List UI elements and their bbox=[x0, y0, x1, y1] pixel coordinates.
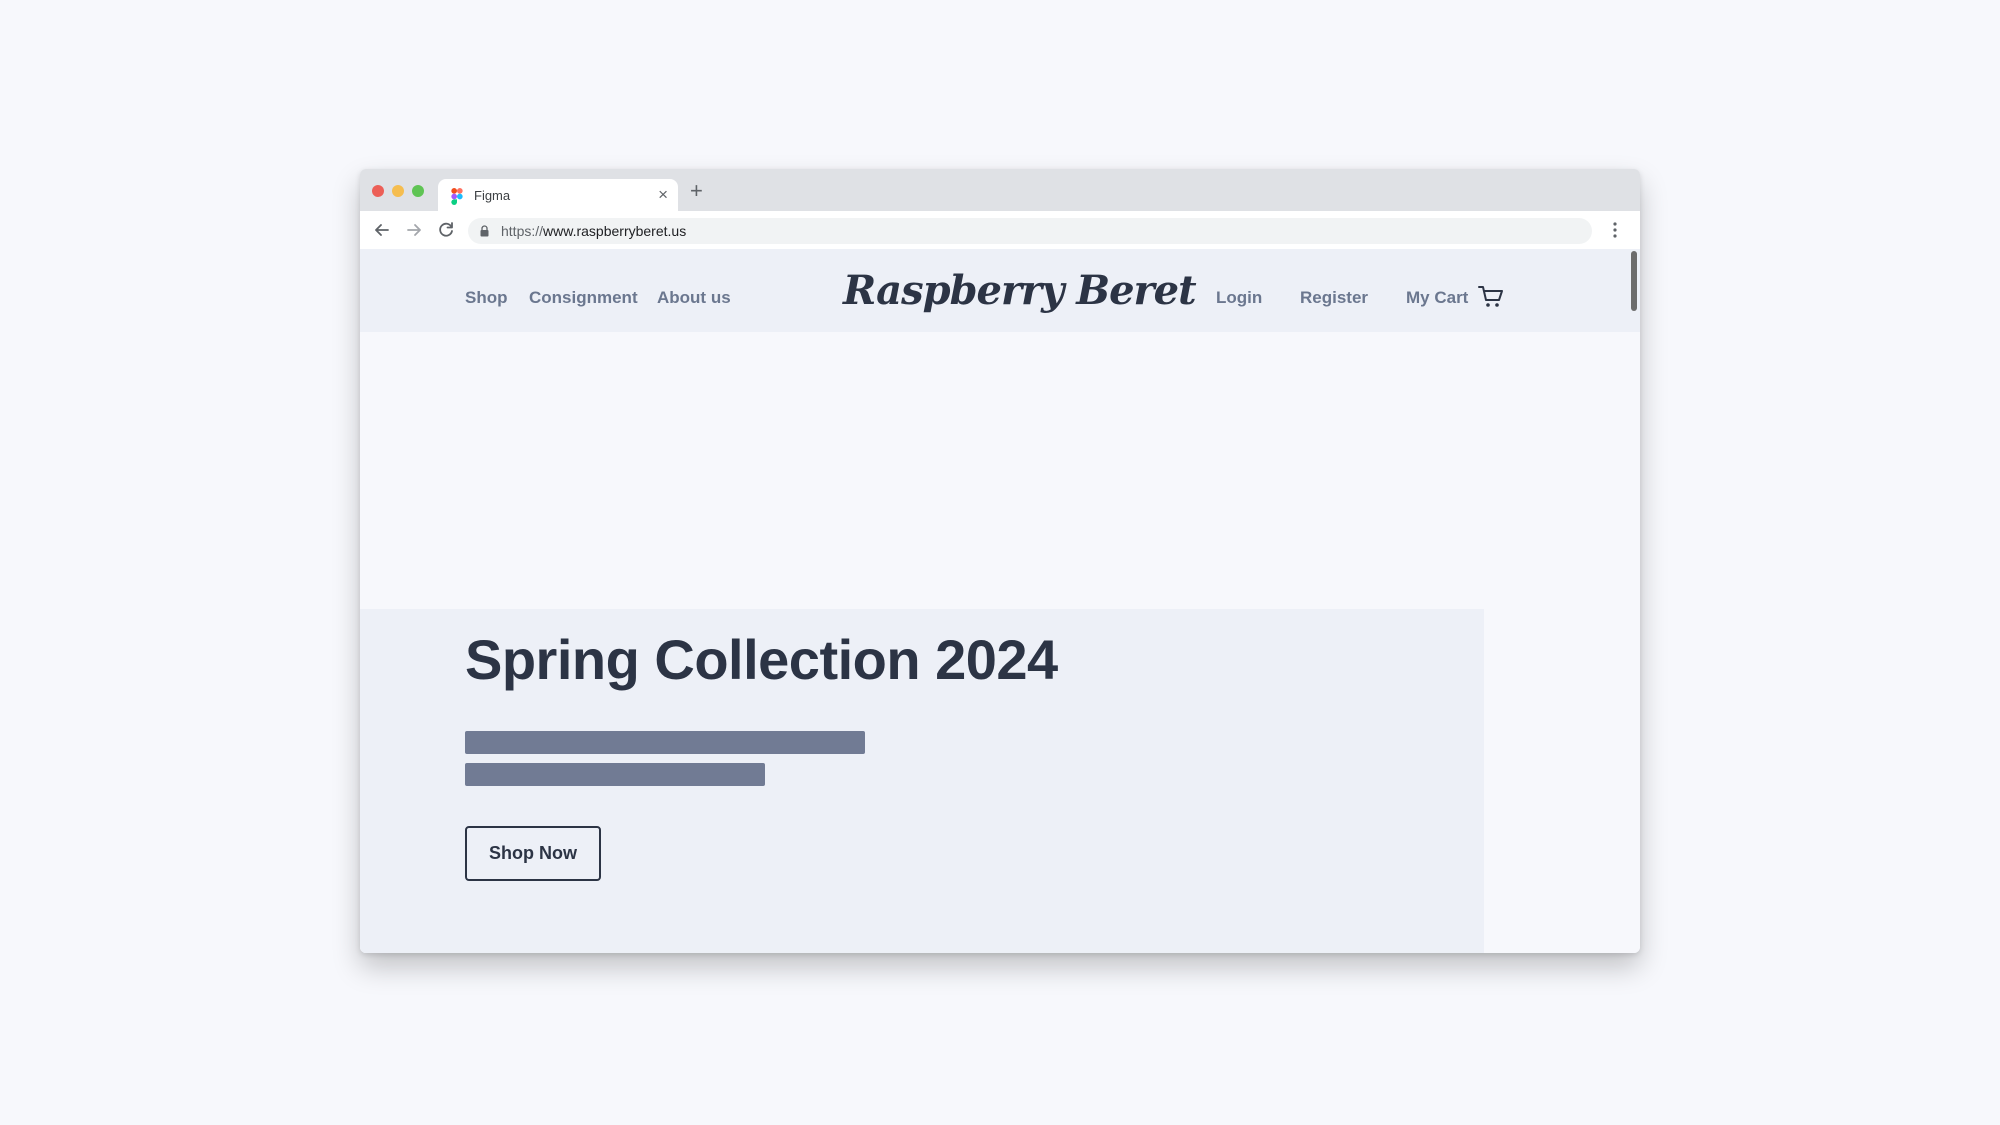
page-viewport: Shop Consignment About us Raspberry Bere… bbox=[360, 249, 1640, 953]
nav-my-cart[interactable]: My Cart bbox=[1406, 288, 1468, 308]
shopping-cart-icon[interactable] bbox=[1478, 285, 1504, 309]
shop-now-button[interactable]: Shop Now bbox=[465, 826, 601, 881]
close-window-button[interactable] bbox=[372, 185, 384, 197]
maximize-window-button[interactable] bbox=[412, 185, 424, 197]
url-text: https://www.raspberryberet.us bbox=[501, 223, 686, 239]
hero-description-placeholder bbox=[465, 763, 765, 786]
hero-title: Spring Collection 2024 bbox=[465, 628, 1058, 691]
nav-about-us[interactable]: About us bbox=[657, 288, 731, 308]
hero-section: Spring Collection 2024 Shop Now bbox=[360, 609, 1484, 953]
nav-login[interactable]: Login bbox=[1216, 288, 1262, 308]
figma-logo-icon bbox=[451, 188, 463, 205]
lock-icon bbox=[480, 225, 489, 237]
browser-toolbar: https://www.raspberryberet.us bbox=[360, 211, 1640, 250]
minimize-window-button[interactable] bbox=[392, 185, 404, 197]
hero-description-placeholder bbox=[465, 731, 865, 754]
url-scheme: https:// bbox=[501, 223, 544, 239]
new-tab-button[interactable]: + bbox=[690, 179, 703, 203]
back-arrow-icon[interactable] bbox=[371, 219, 393, 241]
site-header: Shop Consignment About us Raspberry Bere… bbox=[360, 249, 1640, 332]
nav-register[interactable]: Register bbox=[1300, 288, 1368, 308]
tab-title: Figma bbox=[474, 188, 511, 203]
browser-tab[interactable]: Figma × bbox=[438, 179, 678, 211]
address-bar[interactable]: https://www.raspberryberet.us bbox=[468, 218, 1592, 244]
page-scrollbar[interactable] bbox=[1631, 251, 1637, 311]
kebab-menu-icon[interactable] bbox=[1612, 220, 1618, 240]
tab-strip: Figma × + bbox=[360, 169, 1640, 211]
nav-consignment[interactable]: Consignment bbox=[529, 288, 638, 308]
reload-icon[interactable] bbox=[435, 219, 457, 241]
site-logo[interactable]: Raspberry Beret bbox=[843, 267, 1197, 314]
browser-window: Figma × + https://www.raspberryberet.us bbox=[360, 169, 1640, 953]
forward-arrow-icon[interactable] bbox=[403, 219, 425, 241]
nav-shop[interactable]: Shop bbox=[465, 288, 508, 308]
tab-close-icon[interactable]: × bbox=[658, 185, 668, 205]
url-host: www.raspberryberet.us bbox=[543, 223, 687, 239]
